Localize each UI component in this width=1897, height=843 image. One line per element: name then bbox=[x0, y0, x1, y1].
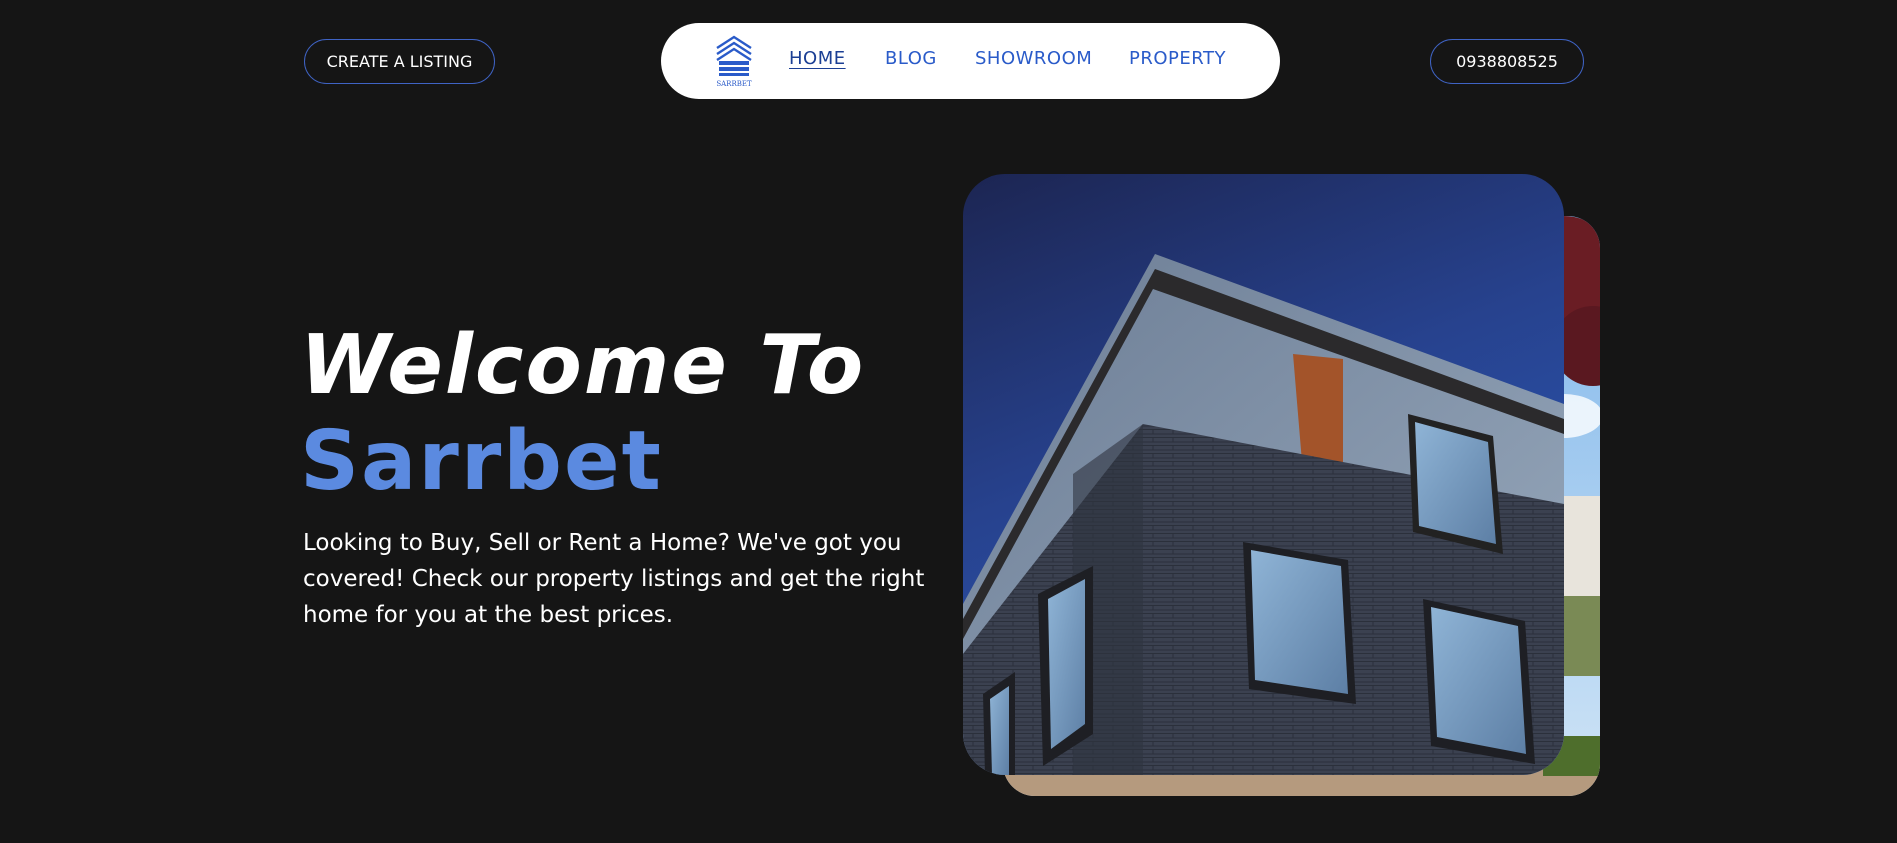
logo-text: SARRBET bbox=[716, 80, 752, 88]
nav-home[interactable]: HOME bbox=[789, 48, 846, 69]
hero-title-line1: Welcome To bbox=[300, 318, 866, 413]
building-logo-icon[interactable]: SARRBET bbox=[713, 34, 755, 88]
hero-title: Welcome To Sarrbet bbox=[300, 318, 865, 510]
nav-property[interactable]: PROPERTY bbox=[1129, 48, 1226, 69]
hero-title-brand: Sarrbet bbox=[300, 414, 663, 509]
main-nav: SARRBET HOME BLOG SHOWROOM PROPERTY bbox=[661, 23, 1280, 99]
hero-building-image bbox=[963, 174, 1564, 775]
nav-showroom[interactable]: SHOWROOM bbox=[975, 48, 1092, 69]
hero-description: Looking to Buy, Sell or Rent a Home? We'… bbox=[303, 530, 925, 628]
phone-button[interactable]: 0938808525 bbox=[1430, 39, 1584, 84]
nav-blog[interactable]: BLOG bbox=[885, 48, 937, 69]
create-listing-button[interactable]: CREATE A LISTING bbox=[304, 39, 495, 84]
